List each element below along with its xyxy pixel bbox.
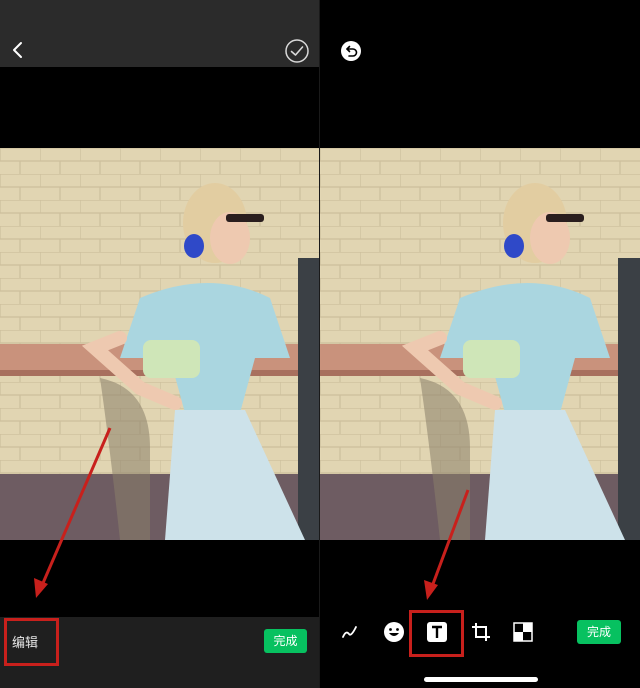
undo-icon[interactable] [340, 40, 362, 62]
emoji-icon[interactable] [380, 618, 408, 646]
highlight-box-text-tool [409, 610, 464, 657]
done-button[interactable]: 完成 [577, 620, 621, 644]
right-screen: 完成 [320, 0, 640, 688]
done-button[interactable]: 完成 [264, 629, 307, 653]
confirm-check-icon[interactable] [284, 38, 310, 64]
left-screen: 编辑 完成 [0, 0, 320, 688]
photo-preview [0, 148, 320, 540]
highlight-box-edit [4, 618, 59, 666]
pen-icon[interactable] [336, 618, 364, 646]
mosaic-icon[interactable] [509, 618, 537, 646]
back-icon[interactable] [8, 38, 28, 62]
photo-preview [320, 148, 640, 540]
crop-icon[interactable] [467, 618, 495, 646]
top-bar [0, 0, 320, 67]
home-indicator [424, 677, 538, 682]
